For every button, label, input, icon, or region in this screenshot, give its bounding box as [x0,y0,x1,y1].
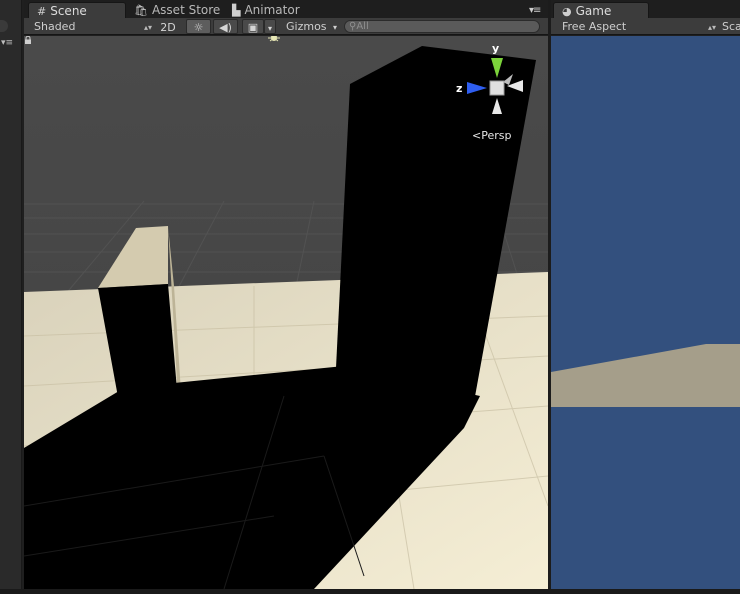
scene-toolbar: Shaded ▴▾ 2D ☼ ◀) ▣ ▾ Gizmos ▾ ⚲All [24,18,548,35]
tab-game-label: Game [575,4,612,18]
status-bar [0,589,740,594]
lock-icon[interactable] [24,36,32,44]
speaker-icon: ◀) [219,21,232,34]
game-ground [551,344,740,407]
chevron-down-icon: ▾ [267,24,272,33]
gizmos-label: Gizmos [286,20,327,33]
shopping-bag-icon: 🛍 [134,4,148,17]
scene-tab-bar: # Scene 🛍 Asset Store ▙ Animator ▾≡ [24,0,548,19]
tab-animator[interactable]: ▙ Animator [224,2,314,19]
left-panel-scroll-handle[interactable] [0,20,8,32]
search-placeholder: All [356,21,369,32]
game-viewport[interactable] [551,36,740,589]
gizmo-z-label: z [456,82,463,95]
scale-slider[interactable]: Sca [722,19,740,34]
gizmo-center-cube[interactable] [489,80,505,96]
2d-toggle-label: 2D [160,21,176,34]
aspect-dropdown[interactable]: Free Aspect ▴▾ [562,19,716,34]
game-toolbar: Free Aspect ▴▾ Sca [551,18,740,35]
tab-game[interactable]: ◕ Game [553,2,649,19]
projection-toggle[interactable]: <Persp [472,129,511,142]
gizmos-dropdown[interactable]: Gizmos ▾ [286,19,340,34]
render-mode-dropdown[interactable]: Shaded ▴▾ [34,19,153,34]
game-tab-bar: ◕ Game [551,0,740,19]
image-effects-icon: ▣ [247,21,259,34]
scene-pane-menu-icon[interactable]: ▾≡ [529,5,541,16]
tab-asset-store-label: Asset Store [151,3,221,17]
render-mode-caret-icon: ▴▾ [144,23,153,32]
2d-toggle-button[interactable]: 2D [152,19,184,34]
scene-viewport[interactable]: y z <Persp [24,36,548,589]
scale-label: Sca [722,20,740,33]
scene-render [24,36,548,589]
aspect-label: Free Aspect [562,20,627,33]
tab-scene-label: Scene [50,4,87,18]
animator-icon: ▙ [232,4,241,17]
tab-animator-label: Animator [244,3,300,17]
aspect-caret-icon: ▴▾ [708,23,717,32]
render-mode-label: Shaded [34,20,76,33]
lighting-toggle-button[interactable]: ☼ [186,19,211,34]
audio-toggle-button[interactable]: ◀) [213,19,238,34]
left-collapsed-panel: ▾≡ [0,0,22,594]
sun-icon: ☼ [193,21,204,34]
game-render [551,344,740,407]
projection-label: Persp [481,129,512,142]
tab-scene[interactable]: # Scene [28,2,126,19]
persp-chevron-icon: < [472,129,482,142]
effects-dropdown-button[interactable]: ▾ [264,19,276,34]
scene-search-input[interactable]: ⚲All [344,20,540,33]
effects-toggle-button[interactable]: ▣ [242,19,264,34]
gizmos-caret-icon: ▾ [333,23,338,32]
tab-asset-store[interactable]: 🛍 Asset Store [126,2,224,19]
left-panel-menu-icon[interactable]: ▾≡ [1,38,13,48]
gizmo-y-label: y [492,42,500,55]
